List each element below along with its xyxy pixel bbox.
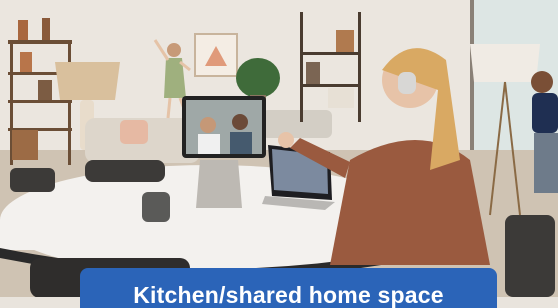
- caption-text: Kitchen/shared home space: [133, 282, 444, 308]
- photo: [0, 0, 558, 297]
- caption-banner: Kitchen/shared home space: [80, 268, 497, 308]
- mug: [142, 192, 170, 222]
- wall-art: [194, 33, 238, 77]
